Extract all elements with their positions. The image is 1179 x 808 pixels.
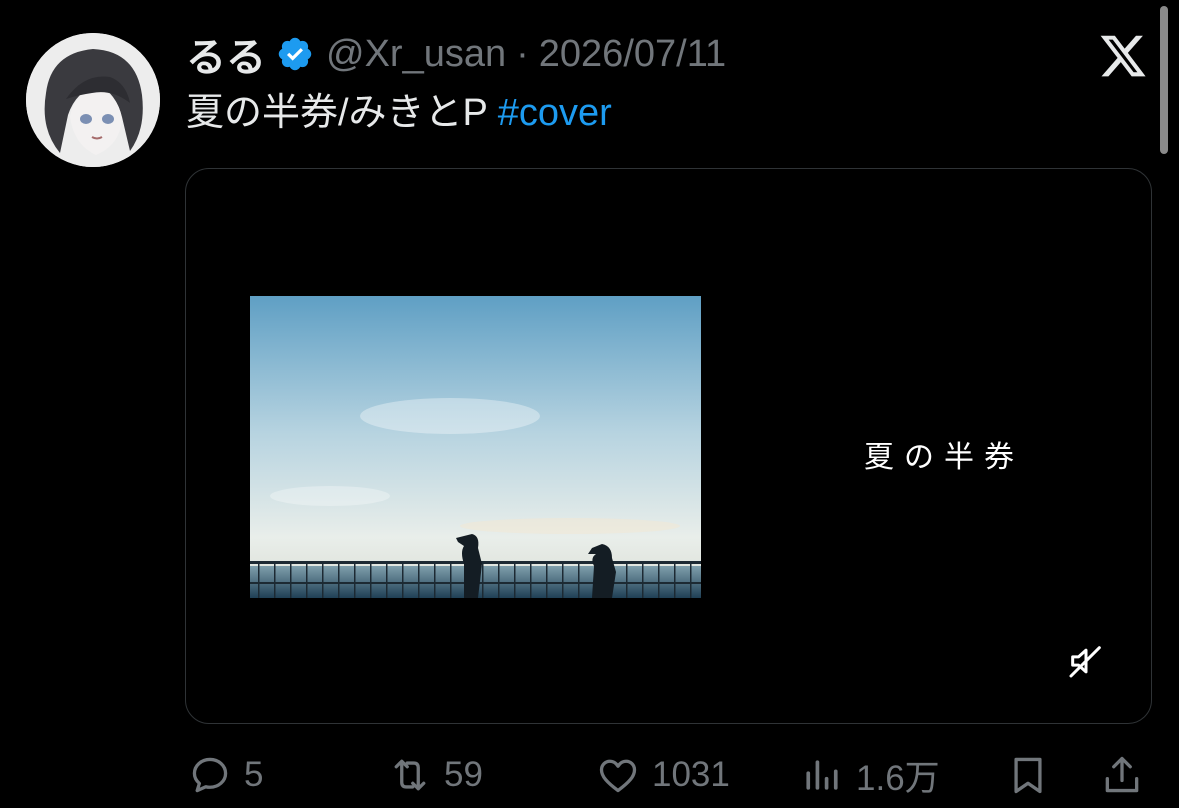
mute-icon[interactable] xyxy=(1066,641,1106,681)
repost-button[interactable]: 59 xyxy=(388,748,483,802)
heart-icon xyxy=(599,759,637,793)
scrollbar[interactable] xyxy=(1160,6,1168,154)
reply-count: 5 xyxy=(244,755,264,794)
x-logo-icon[interactable] xyxy=(1098,31,1148,81)
display-name[interactable]: るる xyxy=(186,25,266,83)
video-overlay-title: 夏の半券 xyxy=(864,440,1024,475)
share-icon xyxy=(1105,756,1139,793)
hashtag-link[interactable]: #cover xyxy=(498,92,612,134)
like-button[interactable]: 1031 xyxy=(596,748,730,802)
repost-icon xyxy=(394,759,426,791)
verified-badge-icon[interactable] xyxy=(276,35,314,73)
views-icon xyxy=(806,760,838,790)
bookmark-icon xyxy=(1014,757,1042,794)
reply-icon xyxy=(192,757,228,793)
separator-dot: · xyxy=(516,32,529,75)
post-text-body: 夏の半券/みきとP xyxy=(186,92,498,134)
action-bar: 5 59 1031 1.6万 xyxy=(0,748,1179,802)
reply-button[interactable]: 5 xyxy=(188,748,263,802)
repost-count: 59 xyxy=(444,755,483,794)
post-date[interactable]: 2026/07/11 xyxy=(539,33,726,76)
post-text: 夏の半券/みきとP #cover xyxy=(186,88,612,138)
share-button[interactable] xyxy=(1100,748,1144,802)
views-button[interactable]: 1.6万 xyxy=(800,748,940,802)
user-handle[interactable]: @Xr_usan xyxy=(326,33,506,76)
views-count: 1.6万 xyxy=(856,758,940,798)
avatar[interactable] xyxy=(26,33,160,167)
video-frame-image xyxy=(250,296,701,598)
post-header: るる @Xr_usan · 2026/07/11 xyxy=(186,24,726,84)
video-player[interactable]: 夏の半券 xyxy=(185,168,1152,724)
bookmark-button[interactable] xyxy=(1006,748,1050,802)
like-count: 1031 xyxy=(652,755,730,794)
avatar-illustration xyxy=(26,33,160,167)
